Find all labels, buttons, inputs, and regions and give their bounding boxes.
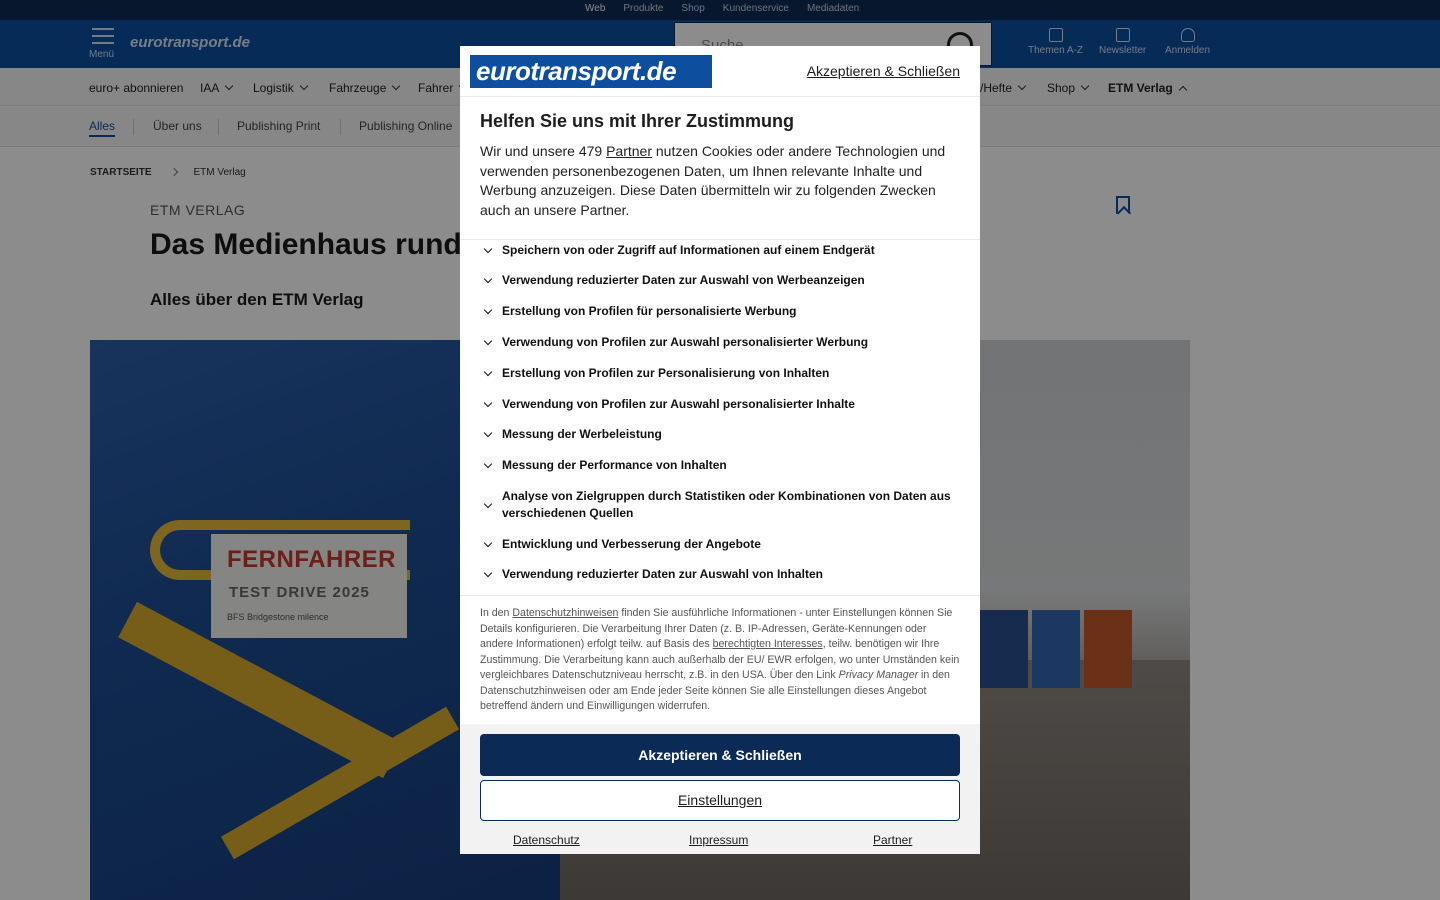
purpose-item[interactable]: Speichern von oder Zugriff auf Informati…: [482, 242, 962, 259]
chevron-down-icon: [483, 305, 493, 315]
chevron-down-icon: [483, 336, 493, 346]
purpose-item[interactable]: Messung der Werbeleistung: [482, 426, 962, 443]
consent-intro: Wir und unsere 479 Partner nutzen Cookie…: [480, 142, 960, 221]
purpose-label: Analyse von Zielgruppen durch Statistike…: [502, 489, 951, 520]
purpose-label: Messung der Performance von Inhalten: [502, 458, 727, 472]
chevron-down-icon: [483, 244, 493, 254]
purpose-item[interactable]: Verwendung von Profilen zur Auswahl pers…: [482, 396, 962, 413]
purpose-item[interactable]: Verwendung reduzierter Daten zur Auswahl…: [482, 272, 962, 289]
purpose-label: Verwendung von Profilen zur Auswahl pers…: [502, 335, 869, 349]
purpose-label: Erstellung von Profilen zur Personalisie…: [502, 366, 830, 380]
partner-link[interactable]: Partner: [606, 143, 652, 159]
purpose-item[interactable]: Entwicklung und Verbesserung der Angebot…: [482, 536, 962, 553]
purpose-label: Verwendung reduzierter Daten zur Auswahl…: [502, 567, 823, 581]
footer-link-impressum[interactable]: Impressum: [689, 833, 748, 847]
purpose-item[interactable]: Messung der Performance von Inhalten: [482, 457, 962, 474]
purpose-label: Messung der Werbeleistung: [502, 427, 662, 441]
chevron-down-icon: [483, 568, 493, 578]
chevron-down-icon: [483, 459, 493, 469]
purpose-item[interactable]: Verwendung von Profilen zur Auswahl pers…: [482, 334, 962, 351]
purpose-label: Verwendung von Profilen zur Auswahl pers…: [502, 397, 855, 411]
accept-close-link[interactable]: Akzeptieren & Schließen: [807, 63, 960, 79]
privacy-manager-text: Privacy Manager: [838, 669, 919, 681]
purpose-label: Verwendung reduzierter Daten zur Auswahl…: [502, 273, 865, 287]
divider: [460, 595, 980, 596]
legal-text: In den: [480, 607, 513, 619]
chevron-down-icon: [483, 499, 493, 508]
footer-link-datenschutz[interactable]: Datenschutz: [513, 833, 580, 847]
purpose-item[interactable]: Erstellung von Profilen zur Personalisie…: [482, 365, 962, 382]
purpose-label: Speichern von oder Zugriff auf Informati…: [502, 243, 875, 257]
purpose-item[interactable]: Verwendung reduzierter Daten zur Auswahl…: [482, 566, 962, 583]
chevron-down-icon: [483, 274, 493, 284]
purpose-label: Erstellung von Profilen für personalisie…: [502, 304, 797, 318]
legitimate-interest-link[interactable]: berechtigten Interesses: [713, 638, 823, 650]
consent-dialog: eurotransport.de Akzeptieren & Schließen…: [460, 46, 980, 854]
consent-heading: Helfen Sie uns mit Ihrer Zustimmung: [480, 111, 795, 131]
intro-text: Wir und unsere 479: [480, 143, 607, 159]
chevron-down-icon: [483, 398, 493, 408]
consent-logo: eurotransport.de: [470, 55, 712, 88]
accept-close-button[interactable]: Akzeptieren & Schließen: [480, 734, 960, 776]
privacy-notice-link[interactable]: Datenschutzhinweisen: [512, 607, 618, 619]
consent-legal-text: In den Datenschutzhinweisen finden Sie a…: [480, 606, 962, 715]
chevron-down-icon: [483, 428, 493, 438]
chevron-down-icon: [483, 367, 493, 377]
footer-link-partner[interactable]: Partner: [873, 833, 912, 847]
purpose-item[interactable]: Analyse von Zielgruppen durch Statistike…: [482, 488, 962, 522]
chevron-down-icon: [483, 538, 493, 548]
settings-button[interactable]: Einstellungen: [480, 780, 960, 821]
purpose-label: Entwicklung und Verbesserung der Angebot…: [502, 537, 761, 551]
divider: [460, 239, 980, 240]
divider: [460, 96, 980, 97]
purpose-item[interactable]: Erstellung von Profilen für personalisie…: [482, 303, 962, 320]
